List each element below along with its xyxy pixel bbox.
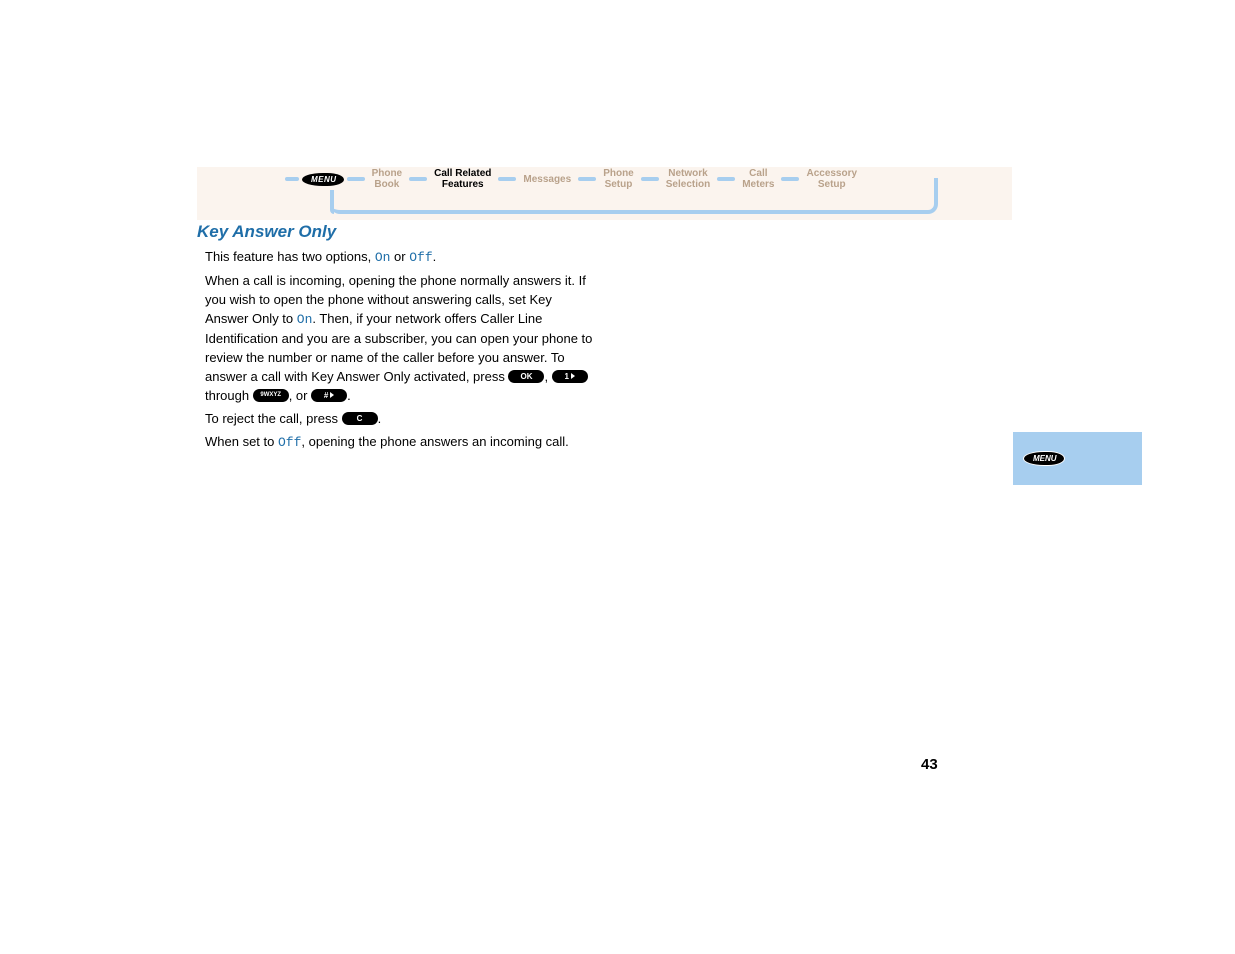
nav-item-phone-book: Phone Book — [368, 168, 407, 190]
page-number: 43 — [921, 756, 938, 773]
ok-key-icon: OK — [508, 370, 544, 383]
option-off: Off — [278, 435, 301, 450]
nav-label: Call Related Features — [430, 168, 495, 190]
paragraph-2: When a call is incoming, opening the pho… — [205, 271, 597, 405]
nav-item-call-related-features: Call Related Features — [430, 168, 495, 190]
nav-label: Accessory Setup — [802, 168, 861, 190]
paragraph-1: This feature has two options, On or Off. — [205, 247, 597, 267]
section-heading: Key Answer Only — [197, 222, 336, 242]
menu-icon: MENU — [302, 173, 344, 186]
nav-item-accessory-setup: Accessory Setup — [802, 168, 861, 190]
option-off: Off — [409, 250, 432, 265]
nav-item-call-meters: Call Meters — [738, 168, 778, 190]
dash-icon — [781, 177, 799, 181]
dash-icon — [347, 177, 365, 181]
option-on: On — [297, 312, 313, 327]
menu-icon: MENU — [1023, 451, 1065, 466]
dash-icon — [498, 177, 516, 181]
nav-label: Call Meters — [738, 168, 778, 190]
one-key-icon: 1 — [552, 370, 588, 383]
dash-icon — [717, 177, 735, 181]
nav-item-network-selection: Network Selection — [662, 168, 714, 190]
hash-key-icon: # — [311, 389, 347, 402]
paragraph-4: When set to Off, opening the phone answe… — [205, 432, 597, 452]
dash-icon — [409, 177, 427, 181]
nav-item-phone-setup: Phone Setup — [599, 168, 638, 190]
body-content: This feature has two options, On or Off.… — [205, 247, 597, 456]
dash-icon — [285, 177, 299, 181]
side-menu-tab: MENU — [1013, 432, 1142, 485]
paragraph-3: To reject the call, press C. — [205, 409, 597, 428]
dash-icon — [578, 177, 596, 181]
nav-label: Messages — [519, 174, 575, 185]
breadcrumb-nav: MENU Phone Book Call Related Features Me… — [282, 168, 861, 190]
nine-key-icon: 9WXYZ — [253, 389, 289, 402]
nav-label: Phone Setup — [599, 168, 638, 190]
nav-label: Network Selection — [662, 168, 714, 190]
c-key-icon: C — [342, 412, 378, 425]
nav-line-decor-left — [330, 190, 334, 214]
option-on: On — [375, 250, 391, 265]
nav-item-messages: Messages — [519, 174, 575, 185]
nav-label: Phone Book — [368, 168, 407, 190]
dash-icon — [641, 177, 659, 181]
